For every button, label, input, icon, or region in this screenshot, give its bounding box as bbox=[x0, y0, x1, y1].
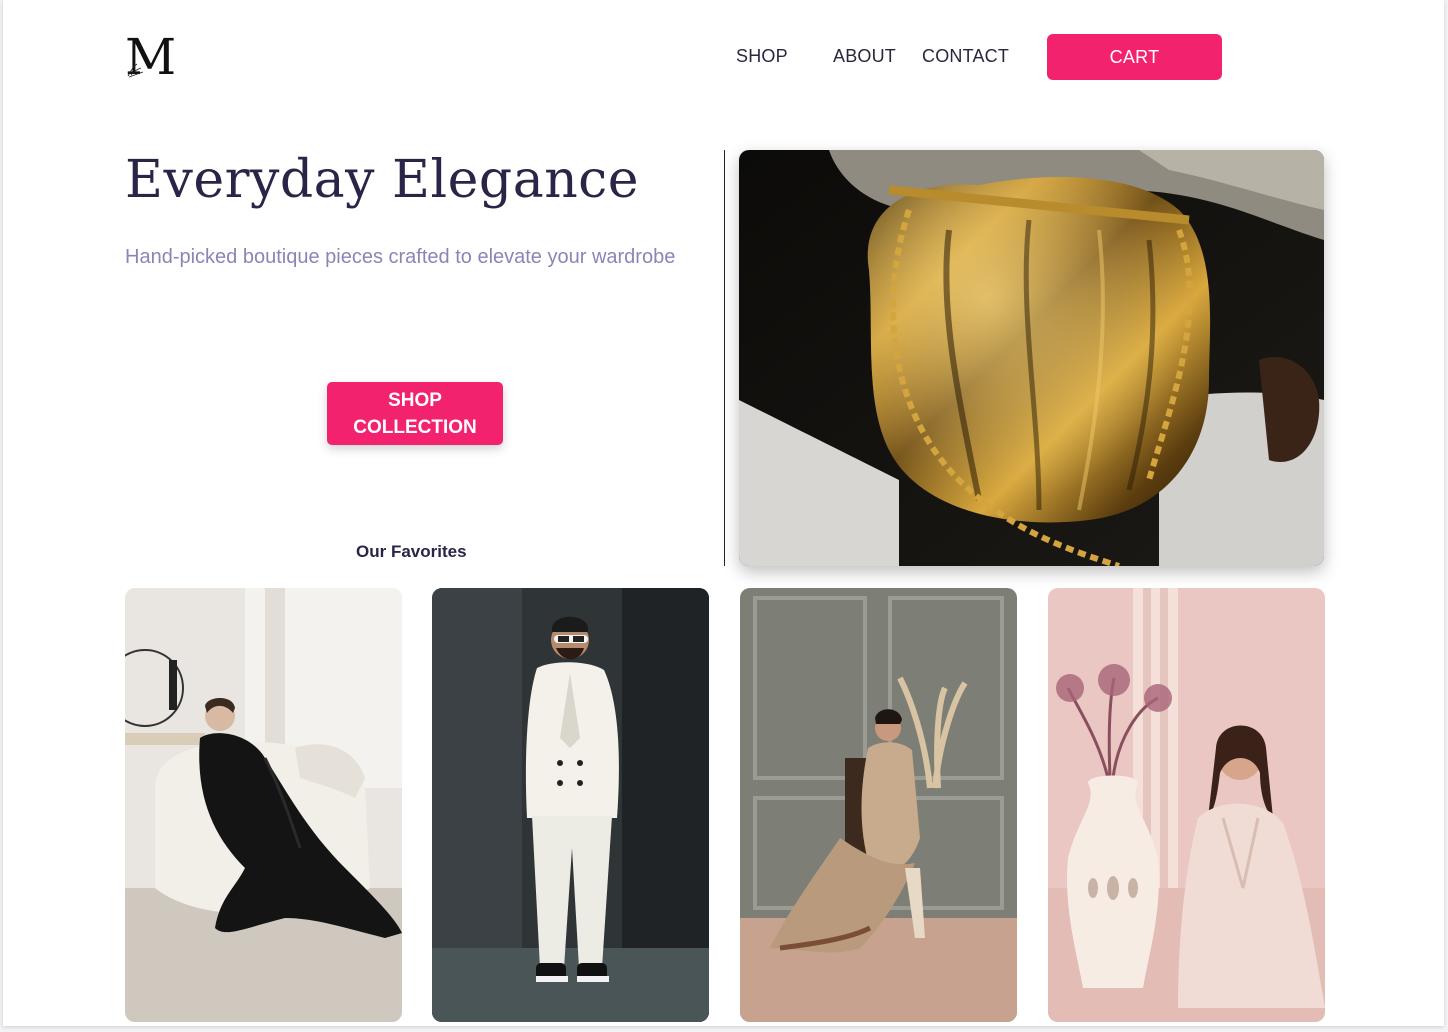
pink-dress-image bbox=[1048, 588, 1325, 1022]
favorite-card-3[interactable] bbox=[740, 588, 1017, 1022]
nav-about[interactable]: ABOUT bbox=[833, 46, 896, 67]
white-suit-image bbox=[432, 588, 709, 1022]
favorites-heading: Our Favorites bbox=[356, 542, 467, 561]
favorite-card-1[interactable] bbox=[125, 588, 402, 1022]
brand-logo[interactable]: M bbox=[125, 30, 177, 84]
hero-divider bbox=[724, 150, 725, 566]
hero-title: Everyday Elegance bbox=[125, 150, 640, 210]
logo-script-icon bbox=[127, 63, 144, 78]
hero-handbag-image[interactable] bbox=[739, 150, 1324, 566]
hero-subtitle: Hand-picked boutique pieces crafted to e… bbox=[125, 246, 676, 268]
shop-collection-line2: COLLECTION bbox=[353, 416, 477, 438]
favorite-card-4[interactable] bbox=[1048, 588, 1325, 1022]
cart-button[interactable]: CART bbox=[1047, 34, 1222, 80]
black-abaya-image bbox=[125, 588, 402, 1022]
shop-collection-line1: SHOP bbox=[388, 389, 442, 411]
favorite-card-2[interactable] bbox=[432, 588, 709, 1022]
nav-contact[interactable]: CONTACT bbox=[922, 46, 1009, 67]
nav-shop[interactable]: SHOP bbox=[736, 46, 788, 67]
embroidered-suit-image bbox=[740, 588, 1017, 1022]
shop-collection-button[interactable]: SHOP COLLECTION bbox=[327, 382, 503, 445]
page: M SHOP ABOUT CONTACT CART Everyday Elega… bbox=[3, 0, 1444, 1026]
